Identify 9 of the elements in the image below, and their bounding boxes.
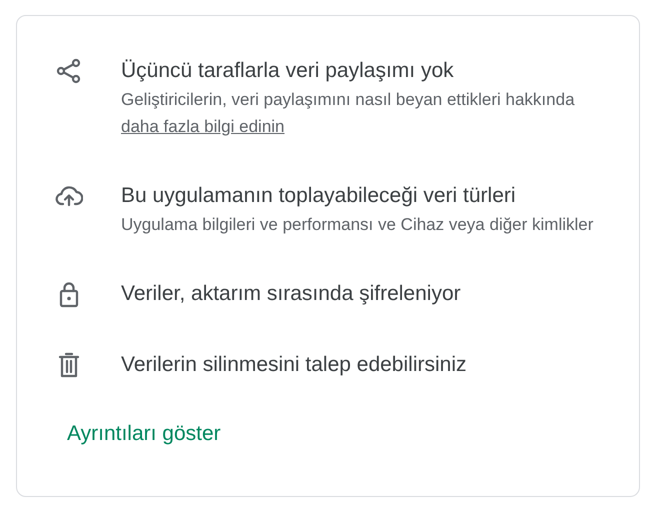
item-title: Veriler, aktarım sırasında şifreleniyor: [121, 281, 461, 307]
item-title: Bu uygulamanın toplayabileceği veri türleri: [121, 183, 517, 209]
learn-more-link[interactable]: daha fazla bilgi edinin: [121, 117, 285, 136]
share-icon: [55, 57, 83, 85]
show-details-link[interactable]: Ayrıntıları göster: [67, 418, 221, 450]
item-title: Üçüncü taraflarla veri paylaşımı yok: [121, 58, 455, 84]
item-title: Verilerin silinmesini talep edebilirsiniz: [121, 352, 466, 378]
item-description: Geliştiricilerin, veri paylaşımını nasıl beyan ettikleri hakkında daha fazla bilgi edinin: [121, 89, 576, 138]
item-description: Uygulama bilgileri ve performansı ve Cihaz veya diğer kimlikler: [121, 214, 594, 236]
